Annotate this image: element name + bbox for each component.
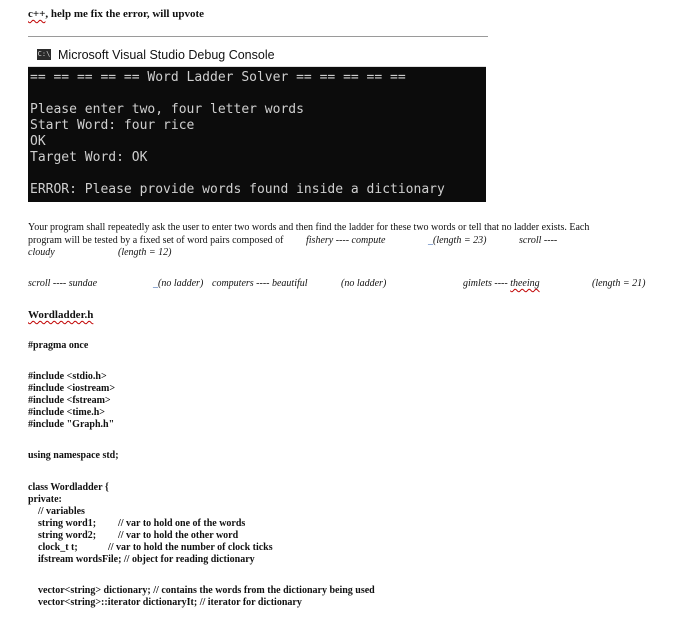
word-pair-1: fishery ---- compute: [306, 235, 386, 246]
console-line: Start Word: four rice: [30, 118, 195, 133]
word-pair-5-start: gimlets ----: [463, 278, 511, 289]
code-member-comment: // var to hold one of the words: [118, 518, 246, 529]
code-member: ifstream wordsFile; // object for readin…: [38, 554, 255, 565]
code-member: vector<string>::iterator dictionaryIt; /…: [38, 597, 302, 608]
code-member: string word2;: [38, 530, 97, 541]
word-pair-3: scroll ---- sundae: [28, 278, 98, 289]
question-text: , help me fix the error, will upvote: [45, 8, 204, 20]
word-pair-1-length-text: (length = 23): [433, 235, 487, 246]
code-private: private:: [28, 494, 62, 505]
code-include: #include "Graph.h": [28, 419, 115, 430]
word-pair-5-length: (length = 21): [592, 278, 646, 289]
code-member: string word1;: [38, 518, 97, 529]
code-include: #include <fstream>: [28, 395, 111, 406]
question-prefix: c++: [28, 8, 46, 20]
console-output: == == == == == Word Ladder Solver == == …: [28, 67, 486, 202]
code-filename: Wordladder.h: [28, 309, 94, 321]
console-line: Target Word: OK: [30, 150, 148, 165]
console-title: Microsoft Visual Studio Debug Console: [58, 48, 275, 62]
description-line-2: program will be tested by a fixed set of…: [28, 235, 284, 246]
word-pair-4-result: (no ladder): [341, 278, 387, 289]
description-line-1: Your program shall repeatedly ask the us…: [28, 222, 590, 233]
word-pair-2-end: cloudy: [28, 247, 55, 258]
word-pair-4: computers ---- beautiful: [212, 278, 308, 289]
word-pair-1-length: _(length = 23): [428, 235, 487, 246]
code-member-comment: // var to hold the number of clock ticks: [108, 542, 273, 553]
console-line: OK: [30, 134, 46, 149]
code-class-decl: class Wordladder {: [28, 482, 109, 493]
word-pair-3-result-text: (no ladder): [158, 278, 204, 289]
console-line: == == == == == Word Ladder Solver == == …: [30, 70, 406, 85]
console-line: Please enter two, four letter words: [30, 102, 304, 117]
word-pair-5-end: theeing: [510, 278, 540, 289]
code-member-comment: // var to hold the other word: [118, 530, 239, 541]
word-pair-2-length: (length = 12): [118, 247, 172, 258]
console-line: ERROR: Please provide words found inside…: [30, 182, 445, 197]
code-member: vector<string> dictionary; // contains t…: [38, 585, 375, 596]
code-pragma: #pragma once: [28, 340, 89, 351]
code-using: using namespace std;: [28, 450, 119, 461]
word-pair-3-result: _(no ladder): [153, 278, 204, 289]
console-title-bar: C:\ Microsoft Visual Studio Debug Consol…: [28, 44, 486, 67]
divider: [28, 36, 488, 37]
word-pair-5: gimlets ---- theeing: [463, 278, 540, 290]
code-include: #include <time.h>: [28, 407, 105, 418]
question-heading: c++, help me fix the error, will upvote: [28, 8, 204, 20]
code-include: #include <stdio.h>: [28, 371, 107, 382]
code-include: #include <iostream>: [28, 383, 116, 394]
word-pair-2-start: scroll ----: [519, 235, 558, 246]
console-app-icon: C:\: [37, 49, 51, 60]
code-comment: // variables: [38, 506, 85, 517]
code-member: clock_t t;: [38, 542, 78, 553]
